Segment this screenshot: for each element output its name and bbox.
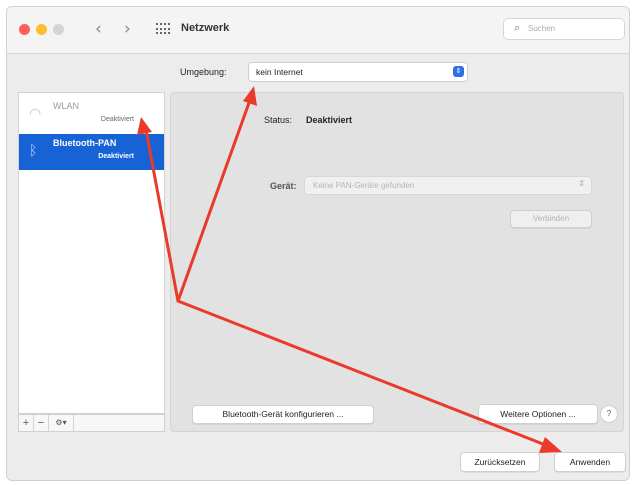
service-status: Deaktiviert: [100, 116, 134, 123]
status-value: Deaktiviert: [306, 115, 353, 125]
connect-button[interactable]: Verbinden: [510, 210, 592, 228]
service-detail-panel: [170, 92, 624, 432]
device-select[interactable]: Keine PAN-Geräte gefunden ⇕: [304, 176, 592, 195]
device-value: Keine PAN-Geräte gefunden: [313, 181, 415, 190]
service-list: ◠ WLAN Deaktiviert ᛒ Bluetooth-PAN Deakt…: [18, 92, 165, 414]
status-label: Status:: [264, 115, 293, 125]
add-service-button[interactable]: +: [19, 415, 34, 431]
back-button[interactable]: ‹: [95, 19, 102, 39]
search-placeholder: Suchen: [528, 24, 556, 33]
bluetooth-icon: ᛒ: [29, 143, 38, 159]
service-list-toolbar: + − ⚙▾: [18, 414, 165, 432]
location-select[interactable]: kein Internet ⇕: [248, 62, 468, 82]
location-value: kein Internet: [256, 67, 303, 77]
search-icon: ⌕: [514, 21, 521, 34]
remove-service-button[interactable]: −: [34, 415, 49, 431]
chevron-up-down-icon: ⇕: [578, 179, 585, 188]
service-item-wlan[interactable]: ◠ WLAN Deaktiviert: [19, 97, 164, 133]
apply-button[interactable]: Anwenden: [554, 452, 626, 472]
minimize-button[interactable]: [36, 24, 47, 35]
service-name: Bluetooth-PAN: [53, 138, 117, 148]
chevron-up-down-icon: ⇕: [453, 66, 464, 77]
device-label: Gerät:: [270, 181, 297, 191]
configure-bluetooth-device-button[interactable]: Bluetooth-Gerät konfigurieren ...: [192, 405, 374, 424]
action-menu-button[interactable]: ⚙▾: [49, 415, 74, 431]
title-bar: ‹ › Netzwerk ⌕ Suchen: [7, 7, 629, 54]
show-all-grid-icon[interactable]: [156, 23, 170, 35]
reset-button[interactable]: Zurücksetzen: [460, 452, 540, 472]
service-name: WLAN: [53, 101, 80, 111]
window-title: Netzwerk: [181, 22, 230, 34]
close-button[interactable]: [19, 24, 30, 35]
advanced-options-button[interactable]: Weitere Optionen ...: [478, 404, 598, 424]
service-status: Deaktiviert: [98, 153, 134, 160]
service-item-bluetooth-pan[interactable]: ᛒ Bluetooth-PAN Deaktiviert: [19, 134, 164, 170]
forward-button[interactable]: ›: [124, 19, 131, 39]
wifi-icon: ◠: [29, 106, 42, 122]
search-field[interactable]: ⌕ Suchen: [503, 18, 625, 40]
help-button[interactable]: ?: [600, 405, 618, 423]
location-label: Umgebung:: [180, 67, 227, 77]
zoom-button[interactable]: [53, 24, 64, 35]
